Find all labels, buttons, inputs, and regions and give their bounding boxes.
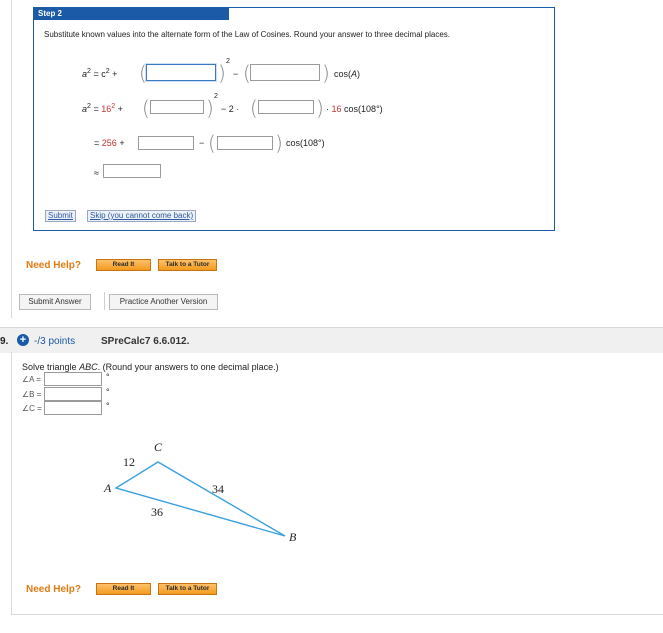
read-it-button[interactable]: Read It [96,583,151,595]
side-cb-label: 34 [212,482,224,496]
vertex-c-label: C [154,440,163,454]
vertex-b-label: B [289,530,297,544]
triangle-diagram [114,461,286,537]
vertex-a-label: A [104,481,112,495]
need-help-label: Need Help? [26,584,82,595]
talk-to-tutor-button[interactable]: Talk to a Tutor [158,583,217,595]
side-ac-label: 12 [123,455,135,469]
triangle-abc [114,461,286,537]
side-ab-label: 36 [151,505,163,519]
